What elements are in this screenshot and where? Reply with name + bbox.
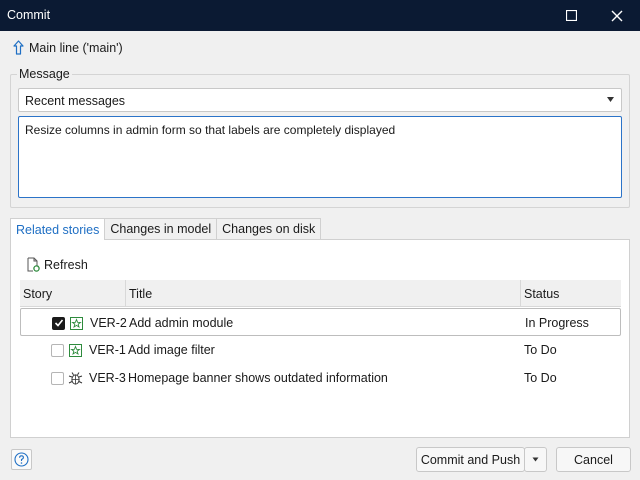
- maximize-button[interactable]: [548, 0, 594, 31]
- story-id: VER-2: [90, 316, 127, 330]
- story-title: Add admin module: [129, 316, 234, 330]
- refresh-button[interactable]: Refresh: [26, 257, 88, 272]
- stories-grid-header: Story Title Status: [20, 280, 621, 307]
- tab-related-stories[interactable]: Related stories: [10, 218, 106, 240]
- help-icon: [14, 452, 29, 467]
- row-checkbox[interactable]: [51, 364, 64, 392]
- refresh-label: Refresh: [44, 257, 88, 272]
- story-type-cell: [68, 364, 83, 392]
- story-title: Add image filter: [128, 343, 215, 357]
- window-title: Commit: [7, 8, 51, 22]
- table-row[interactable]: VER-3 Homepage banner shows outdated inf…: [20, 364, 621, 392]
- story-icon: [70, 316, 83, 330]
- checkbox-checked[interactable]: [52, 316, 65, 330]
- maximize-icon: [565, 10, 577, 21]
- tab-changes-in-model[interactable]: Changes in model: [104, 218, 218, 239]
- chevron-down-icon: [607, 97, 614, 102]
- cancel-button[interactable]: Cancel: [556, 447, 631, 472]
- story-status: To Do: [524, 371, 557, 385]
- help-button[interactable]: [11, 449, 32, 470]
- branch-label: Main line ('main'): [29, 40, 123, 55]
- row-checkbox[interactable]: [51, 336, 64, 364]
- close-button[interactable]: [594, 0, 640, 31]
- message-legend: Message: [17, 67, 72, 81]
- recent-messages-value: Recent messages: [25, 94, 126, 108]
- tab-strip: Related stories Changes in model Changes…: [10, 218, 322, 240]
- story-type-cell: [69, 336, 82, 364]
- story-id: VER-3: [89, 371, 126, 385]
- commit-and-push-button[interactable]: Commit and Push: [416, 447, 525, 472]
- checkmark-icon: [54, 319, 63, 327]
- chevron-down-icon: [532, 457, 539, 462]
- branch-info: Main line ('main'): [13, 40, 123, 55]
- tab-changes-on-disk[interactable]: Changes on disk: [216, 218, 322, 239]
- checkbox-unchecked[interactable]: [51, 343, 64, 357]
- column-header-status[interactable]: Status: [521, 280, 621, 307]
- close-icon: [611, 10, 623, 21]
- arrow-up-icon: [13, 40, 24, 55]
- column-header-title[interactable]: Title: [126, 280, 521, 307]
- row-checkbox[interactable]: [52, 309, 65, 337]
- story-icon: [69, 343, 82, 357]
- story-title: Homepage banner shows outdated informati…: [128, 371, 388, 385]
- commit-message-input[interactable]: Resize columns in admin form so that lab…: [18, 116, 622, 198]
- title-bar: Commit: [0, 0, 640, 31]
- column-header-story[interactable]: Story: [20, 280, 125, 307]
- checkbox-unchecked[interactable]: [51, 371, 64, 385]
- table-row[interactable]: VER-2 Add admin module In Progress: [20, 308, 621, 336]
- story-status: To Do: [524, 343, 557, 357]
- story-type-cell: [70, 309, 83, 337]
- table-row[interactable]: VER-1 Add image filter To Do: [20, 336, 621, 364]
- story-id: VER-1: [89, 343, 126, 357]
- bug-icon: [68, 371, 83, 385]
- recent-messages-dropdown[interactable]: Recent messages: [18, 88, 622, 112]
- commit-options-dropdown[interactable]: [524, 447, 547, 472]
- story-status: In Progress: [525, 316, 589, 330]
- refresh-icon: [27, 257, 40, 272]
